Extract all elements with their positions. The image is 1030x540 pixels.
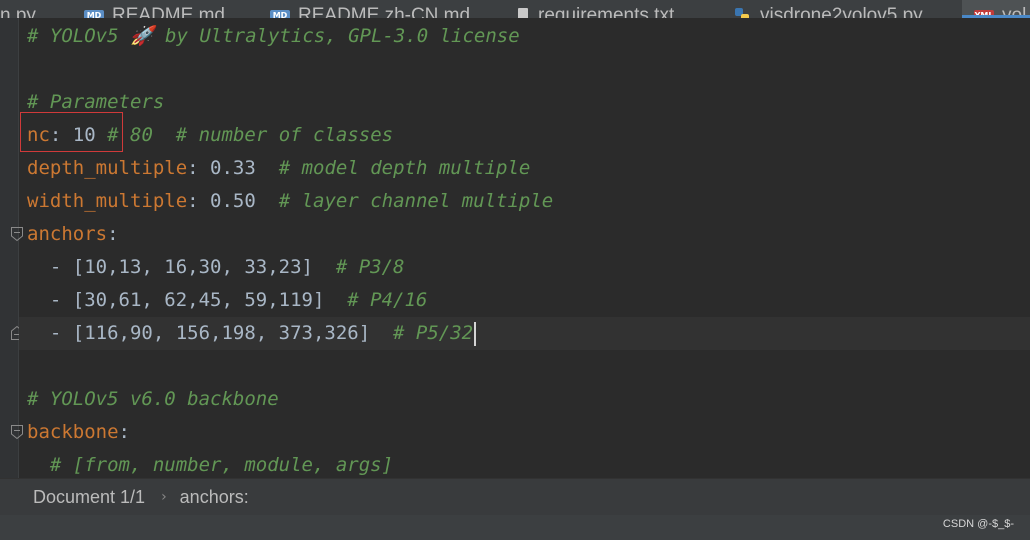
- tab-readme-zh-cn-md[interactable]: MD README.zh-CN.md: [270, 0, 470, 18]
- code-line-7: anchors:: [19, 218, 1030, 251]
- comment: # model depth multiple: [255, 157, 531, 179]
- code-line-1: # YOLOv5 🚀 by Ultralytics, GPL-3.0 licen…: [19, 20, 1030, 53]
- breadcrumb-document[interactable]: Document 1/1: [33, 487, 145, 508]
- tab-n-py[interactable]: n.py: [0, 0, 36, 18]
- yaml-key: backbone: [27, 421, 119, 443]
- comment: # P5/32: [370, 322, 474, 344]
- markdown-file-icon: MD: [84, 10, 104, 18]
- comment: # 80 # number of classes: [107, 124, 394, 146]
- yaml-key: depth_multiple: [27, 157, 188, 179]
- python-file-icon: [734, 8, 752, 18]
- separator: :: [187, 157, 211, 179]
- tab-label: README.md: [112, 5, 225, 18]
- separator: :: [187, 190, 211, 212]
- code-line-5: depth_multiple: 0.33 # model depth multi…: [19, 152, 1030, 185]
- code-line-12: # YOLOv5 v6.0 backbone: [19, 383, 1030, 416]
- tab-label: requirements.txt: [538, 5, 675, 18]
- yaml-value: 0.33: [210, 157, 256, 179]
- tab-yaml-active[interactable]: YML yol: [962, 0, 1030, 18]
- yaml-value: 0.50: [210, 190, 256, 212]
- tab-label: visdrone2yolov5.py: [760, 5, 923, 18]
- editor-gutter: [0, 18, 18, 478]
- watermark: CSDN @-$_$-: [942, 518, 1014, 530]
- tab-visdrone2yolov5-py[interactable]: visdrone2yolov5.py: [734, 0, 923, 18]
- yaml-value: - [30,61, 62,45, 59,119]: [27, 289, 325, 311]
- markdown-file-icon: MD: [270, 10, 290, 18]
- editor-tab-bar: n.py MD README.md MD README.zh-CN.md req…: [0, 0, 1030, 18]
- annotation-highlight-box: [20, 112, 123, 152]
- tab-label: README.zh-CN.md: [298, 5, 471, 18]
- yaml-key: anchors: [27, 223, 108, 245]
- code-line-4: nc: 10 # 80 # number of classes: [19, 119, 1030, 152]
- code-line-8: - [10,13, 16,30, 33,23] # P3/8: [19, 251, 1030, 284]
- comment: # Parameters: [27, 91, 165, 113]
- comment: # [from, number, module, args]: [27, 454, 394, 476]
- code-line-9: - [30,61, 62,45, 59,119] # P4/16: [19, 284, 1030, 317]
- breadcrumb-node[interactable]: anchors:: [180, 487, 249, 508]
- comment: # YOLOv5 🚀 by Ultralytics, GPL-3.0 licen…: [27, 25, 520, 47]
- code-line-14: # [from, number, module, args]: [19, 449, 1030, 477]
- chevron-right-icon: ›: [161, 489, 167, 505]
- yaml-value: - [116,90, 156,198, 373,326]: [27, 322, 371, 344]
- breadcrumb: Document 1/1 › anchors:: [0, 478, 1030, 515]
- text-caret: [474, 321, 477, 346]
- tab-label: n.py: [0, 5, 36, 18]
- comment: # P4/16: [324, 289, 428, 311]
- separator: :: [118, 421, 130, 443]
- yaml-value: - [10,13, 16,30, 33,23]: [27, 256, 313, 278]
- tab-label: yol: [1002, 5, 1027, 18]
- comment: # YOLOv5 v6.0 backbone: [27, 388, 279, 410]
- status-bar: [0, 515, 1030, 540]
- tab-readme-md[interactable]: MD README.md: [84, 0, 225, 18]
- code-line-6: width_multiple: 0.50 # layer channel mul…: [19, 185, 1030, 218]
- text-file-icon: [516, 8, 530, 18]
- tab-requirements-txt[interactable]: requirements.txt: [516, 0, 674, 18]
- comment: # P3/8: [312, 256, 405, 278]
- separator: :: [107, 223, 119, 245]
- code-editor[interactable]: # YOLOv5 🚀 by Ultralytics, GPL-3.0 licen…: [19, 18, 1030, 477]
- code-line-10-current: - [116,90, 156,198, 373,326] # P5/32: [19, 317, 1030, 350]
- code-line-13: backbone:: [19, 416, 1030, 449]
- yaml-file-icon: YML: [974, 10, 994, 18]
- code-line-3: # Parameters: [19, 86, 1030, 119]
- yaml-key: width_multiple: [27, 190, 188, 212]
- comment: # layer channel multiple: [255, 190, 554, 212]
